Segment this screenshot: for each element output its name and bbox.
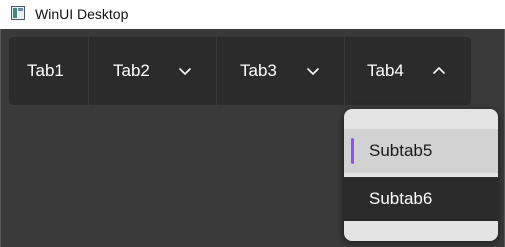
app-window: WinUI Desktop Tab1 Tab2 Tab3 Tab4 Subtab… <box>0 0 505 247</box>
app-icon-bar-secondary <box>18 8 23 11</box>
tab-1-label: Tab1 <box>27 61 64 80</box>
app-icon-bar <box>13 8 17 18</box>
tab-4[interactable]: Tab4 <box>344 37 471 105</box>
tab-4-label: Tab4 <box>367 61 404 80</box>
tab-1[interactable]: Tab1 <box>9 37 88 105</box>
tab-3-label: Tab3 <box>240 61 277 80</box>
tab-3[interactable]: Tab3 <box>216 37 344 105</box>
subtab-item-5-label: Subtab5 <box>369 141 433 160</box>
tab-bar: Tab1 Tab2 Tab3 Tab4 <box>9 37 471 105</box>
selection-indicator <box>351 138 354 164</box>
app-icon <box>11 6 25 20</box>
chevron-down-icon[interactable] <box>305 63 321 79</box>
subtab-item-6[interactable]: Subtab6 <box>344 177 498 221</box>
chevron-down-icon[interactable] <box>177 63 193 79</box>
window-content: Tab1 Tab2 Tab3 Tab4 Subtab5 Subtab6 <box>0 29 505 247</box>
title-bar[interactable]: WinUI Desktop <box>0 0 505 29</box>
tab-2-label: Tab2 <box>113 61 150 80</box>
window-title: WinUI Desktop <box>35 6 129 22</box>
tab-2[interactable]: Tab2 <box>88 37 216 105</box>
subtab-flyout: Subtab5 Subtab6 <box>344 109 498 241</box>
subtab-item-5[interactable]: Subtab5 <box>344 129 498 173</box>
subtab-item-6-label: Subtab6 <box>369 189 433 208</box>
chevron-up-icon[interactable] <box>431 63 447 79</box>
